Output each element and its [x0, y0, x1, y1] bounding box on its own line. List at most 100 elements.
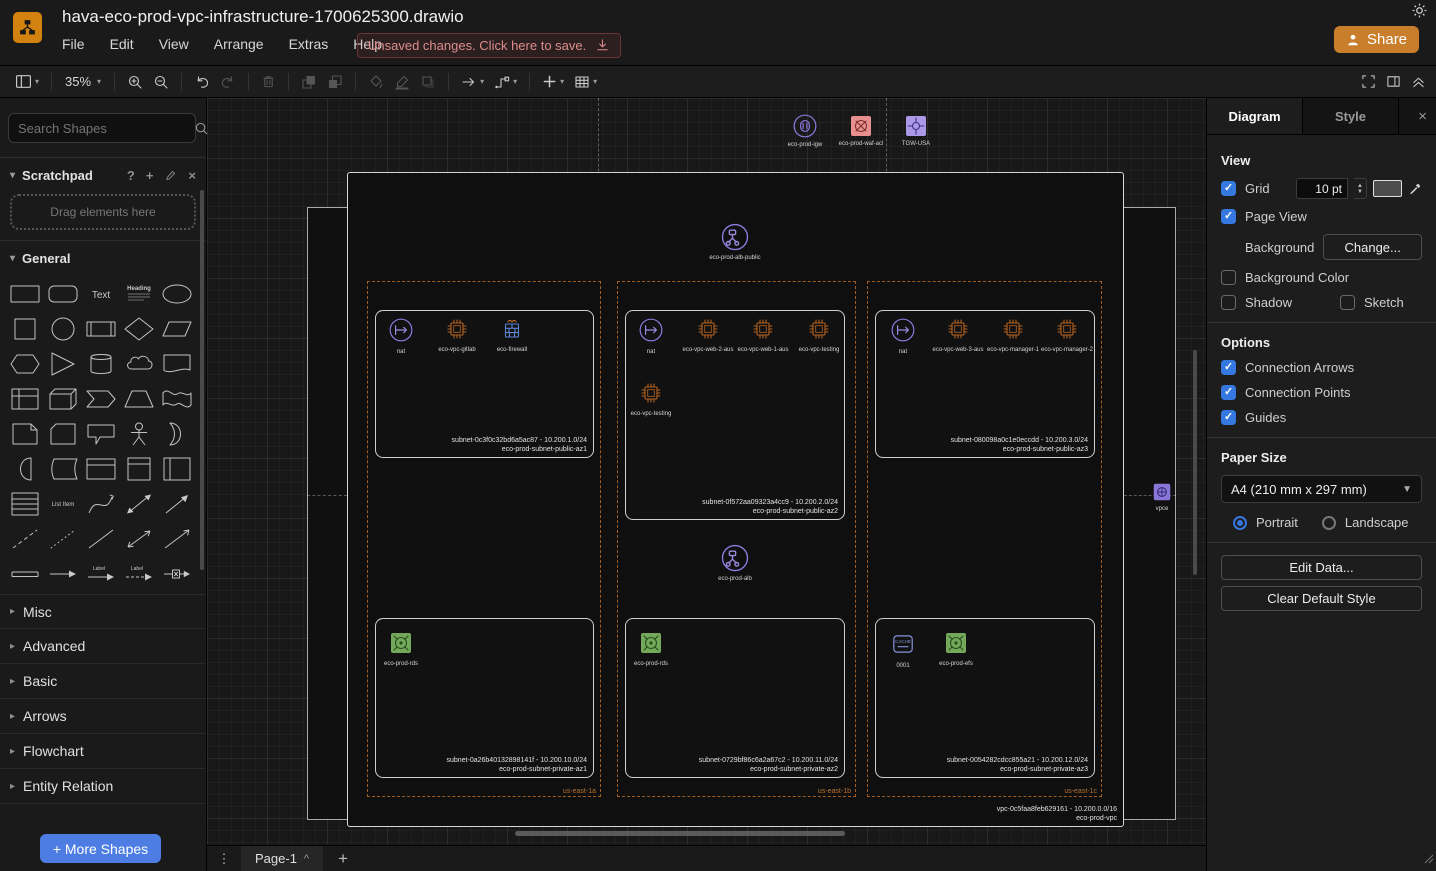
page-view-button[interactable]: ▾ — [10, 70, 44, 93]
rectangle-shape[interactable] — [6, 277, 44, 310]
unsaved-changes-button[interactable]: Unsaved changes. Click here to save. — [357, 33, 621, 58]
label-arrow-shape[interactable]: Label — [82, 557, 120, 590]
link-shape[interactable] — [6, 557, 44, 590]
node-transit-gateway[interactable]: TGW-USA — [876, 114, 956, 147]
diamond-shape[interactable] — [120, 312, 158, 345]
hexagon-shape[interactable] — [6, 347, 44, 380]
callout-shape[interactable] — [82, 417, 120, 450]
data-storage-shape[interactable] — [44, 452, 82, 485]
vertical-container-shape[interactable] — [120, 452, 158, 485]
subnet-private-az3[interactable]: CACHE 0001 eco-prod-efs subnet-0054282cd… — [875, 618, 1095, 778]
connector-symbol-shape[interactable] — [158, 557, 196, 590]
node-nat-gateway[interactable]: nat — [373, 317, 429, 355]
diagram-canvas[interactable]: eco-prod-igw eco-prod-waf-acl TGW-USA vp… — [207, 98, 1206, 845]
connection-points-checkbox[interactable] — [1221, 385, 1236, 400]
list-shape[interactable] — [6, 487, 44, 520]
square-shape[interactable] — [6, 312, 44, 345]
zoom-out-button[interactable] — [148, 71, 174, 93]
table-button[interactable]: ▾ — [569, 71, 602, 93]
cloud-shape[interactable] — [120, 347, 158, 380]
menu-extras[interactable]: Extras — [289, 36, 329, 52]
arrow-link-shape[interactable] — [44, 557, 82, 590]
grid-color-swatch[interactable] — [1373, 180, 1402, 197]
circle-shape[interactable] — [44, 312, 82, 345]
node-ec2-instance[interactable]: eco-vpc-web-2-aus — [680, 317, 736, 353]
node-ec2-instance[interactable]: eco-vpc-testing — [623, 381, 679, 417]
tab-style[interactable]: Style — [1303, 98, 1399, 134]
fullscreen-button[interactable] — [1361, 74, 1376, 89]
container-shape[interactable] — [82, 452, 120, 485]
background-change-button[interactable]: Change... — [1323, 234, 1422, 260]
page-tab-1[interactable]: Page-1 ^ — [241, 846, 323, 871]
menu-arrange[interactable]: Arrange — [214, 36, 264, 52]
section-basic[interactable]: ▸Basic — [0, 664, 206, 699]
resize-grip[interactable] — [1422, 851, 1434, 869]
waypoint-style-button[interactable]: ▾ — [489, 71, 522, 93]
text-shape[interactable]: Text — [82, 277, 120, 310]
arrow-shape[interactable] — [158, 487, 196, 520]
scratchpad-header[interactable]: ▾ Scratchpad ? + × — [0, 158, 206, 192]
scratchpad-edit-button[interactable] — [164, 169, 177, 182]
clear-default-style-button[interactable]: Clear Default Style — [1221, 586, 1422, 611]
node-nat-gateway[interactable]: nat — [623, 317, 679, 355]
insert-button[interactable]: ▾ — [537, 71, 569, 92]
line-shape[interactable] — [82, 522, 120, 555]
edit-data-button[interactable]: Edit Data... — [1221, 555, 1422, 580]
subnet-public-az2[interactable]: nat eco-vpc-web-2-aus eco-vpc-web-1-aus … — [625, 310, 845, 520]
section-misc[interactable]: ▸Misc — [0, 594, 206, 629]
canvas-horizontal-scrollbar[interactable] — [515, 831, 845, 836]
grid-checkbox[interactable] — [1221, 181, 1236, 196]
node-nat-gateway[interactable]: nat — [875, 317, 931, 355]
grid-size-input[interactable]: 10 pt — [1296, 178, 1348, 199]
node-rds-database[interactable]: eco-prod-rds — [623, 631, 679, 667]
search-input[interactable] — [18, 121, 194, 136]
process-shape[interactable] — [82, 312, 120, 345]
scratchpad-help-button[interactable]: ? — [127, 168, 135, 183]
shadow-button[interactable] — [415, 71, 441, 93]
general-section-header[interactable]: ▾ General — [0, 241, 206, 275]
tape-shape[interactable] — [158, 382, 196, 415]
node-ec2-instance[interactable]: eco-vpc-manager-2 — [1039, 317, 1095, 353]
subnet-public-az1[interactable]: nat eco-vpc-gitlab eco-firewall subnet-0… — [375, 310, 594, 458]
landscape-radio[interactable] — [1322, 516, 1336, 530]
node-vpc-endpoint[interactable]: vpce — [1122, 481, 1202, 512]
more-shapes-button[interactable]: + More Shapes — [40, 834, 161, 863]
list-item-shape[interactable]: List Item — [44, 487, 82, 520]
canvas-vertical-scrollbar[interactable] — [1193, 350, 1197, 575]
collapse-button[interactable] — [1411, 74, 1426, 89]
document-shape[interactable] — [158, 347, 196, 380]
bidirectional-connector-shape[interactable] — [120, 522, 158, 555]
triangle-shape[interactable] — [44, 347, 82, 380]
format-panel-button[interactable] — [1386, 74, 1401, 89]
undo-button[interactable] — [189, 71, 215, 93]
actor-shape[interactable] — [120, 417, 158, 450]
fill-color-button[interactable] — [363, 71, 389, 93]
node-ec2-instance[interactable]: eco-vpc-gitlab — [429, 317, 485, 353]
horizontal-container-shape[interactable] — [158, 452, 196, 485]
node-cache-cluster[interactable]: CACHE 0001 — [875, 631, 931, 669]
node-alb-public[interactable]: eco-prod-alb-public — [695, 222, 775, 261]
and-shape[interactable] — [6, 452, 44, 485]
label-arrow-2-shape[interactable]: Label — [120, 557, 158, 590]
shadow-checkbox[interactable] — [1221, 295, 1236, 310]
step-shape[interactable] — [82, 382, 120, 415]
panel-close-button[interactable]: × — [1418, 108, 1436, 125]
node-ec2-instance[interactable]: eco-vpc-testing — [791, 317, 847, 353]
node-rds-database[interactable]: eco-prod-rds — [373, 631, 429, 667]
theme-toggle-button[interactable] — [1411, 2, 1428, 24]
section-arrows[interactable]: ▸Arrows — [0, 699, 206, 734]
cylinder-shape[interactable] — [82, 347, 120, 380]
cube-shape[interactable] — [44, 382, 82, 415]
shape-search[interactable] — [8, 113, 196, 143]
sketch-checkbox[interactable] — [1340, 295, 1355, 310]
dashed-line-shape[interactable] — [6, 522, 44, 555]
menu-file[interactable]: File — [62, 36, 85, 52]
trapezoid-shape[interactable] — [120, 382, 158, 415]
grid-size-stepper[interactable]: ▲▼ — [1354, 178, 1367, 199]
drawio-logo-icon[interactable] — [13, 12, 42, 43]
node-ec2-instance[interactable]: eco-vpc-web-3-aus — [930, 317, 986, 353]
note-shape[interactable] — [6, 417, 44, 450]
menu-view[interactable]: View — [159, 36, 189, 52]
section-advanced[interactable]: ▸Advanced — [0, 629, 206, 664]
node-ec2-instance[interactable]: eco-vpc-web-1-aus — [735, 317, 791, 353]
